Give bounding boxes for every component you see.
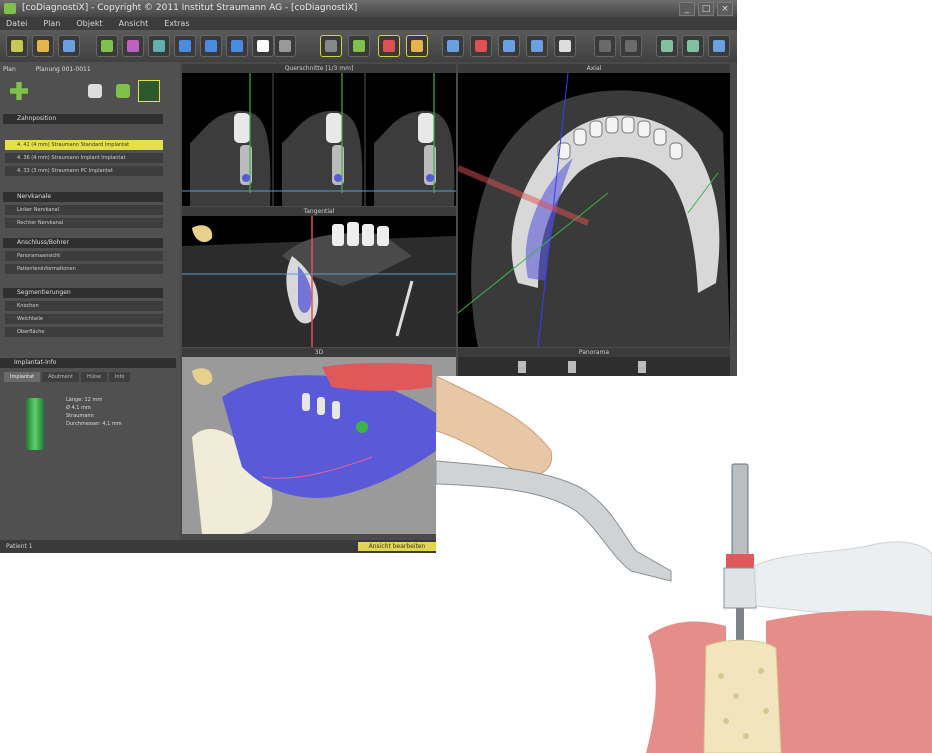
sleeve-icon[interactable] — [138, 80, 160, 102]
plan-label: Plan — [3, 66, 16, 73]
measure-tool-icon[interactable] — [200, 35, 222, 57]
layout-view-icon[interactable] — [320, 35, 342, 57]
menu-bar: Datei Plan Objekt Ansicht Extras — [0, 17, 737, 30]
section-implant-info[interactable]: Implantat-Info — [0, 358, 176, 368]
volume-view-icon[interactable] — [348, 35, 370, 57]
refresh-icon[interactable] — [656, 35, 678, 57]
3d-scene — [192, 362, 442, 534]
surgical-guide-illustration — [436, 376, 932, 753]
tab-implantat[interactable]: Implantat — [4, 372, 41, 382]
panorama-viewport[interactable]: Panorama — [458, 348, 730, 378]
redo-icon[interactable] — [620, 35, 642, 57]
implant-tool-icon[interactable] — [96, 35, 118, 57]
nerve-tool-icon[interactable] — [122, 35, 144, 57]
list-item[interactable]: Weichteile — [5, 314, 163, 324]
tangential-viewport[interactable]: Tangential — [182, 207, 456, 347]
angle-tool-icon[interactable] — [226, 35, 248, 57]
minimize-button[interactable]: _ — [679, 2, 695, 16]
list-item[interactable]: 4. 41 (4 mm) Straumann Standard Implanta… — [5, 140, 163, 150]
crosssection-viewport[interactable]: Querschnitte [1/3 mm] — [182, 64, 456, 206]
brightness-icon[interactable] — [498, 35, 520, 57]
implant-length: Länge: 12 mm — [66, 397, 103, 403]
list-item[interactable]: Patienteninformationen — [5, 264, 163, 274]
crosssection-header: Querschnitte [1/3 mm] — [182, 64, 456, 73]
undo-icon[interactable] — [594, 35, 616, 57]
section-segmentierungen[interactable]: Segmentierungen — [3, 288, 163, 298]
list-item[interactable]: Panoramaansicht — [5, 251, 163, 261]
menu-datei[interactable]: Datei — [6, 17, 27, 30]
help-icon[interactable] — [708, 35, 730, 57]
section-zahnposition[interactable]: Zahnposition — [3, 114, 163, 124]
list-item[interactable]: Knochen — [5, 301, 163, 311]
window-title: [coDiagnostiX] - Copyright © 2011 Instit… — [22, 3, 358, 13]
crosssection-slices — [182, 73, 456, 206]
menu-plan[interactable]: Plan — [43, 17, 60, 30]
plan-value[interactable]: Planung 001-0011 — [36, 66, 91, 73]
3d-header: 3D — [182, 348, 456, 357]
pan-icon[interactable] — [470, 35, 492, 57]
rotate-tool-icon[interactable] — [252, 35, 274, 57]
list-item[interactable]: 4. 33 (3 mm) Straumann PC Implantat — [5, 166, 163, 176]
menu-extras[interactable]: Extras — [164, 17, 189, 30]
check-icon[interactable] — [116, 84, 130, 98]
close-button[interactable]: × — [717, 2, 733, 16]
panorama-header: Panorama — [458, 348, 730, 357]
skull-orientation-icon-3d — [192, 368, 213, 386]
menu-objekt[interactable]: Objekt — [76, 17, 102, 30]
implant-brand: Straumann — [66, 413, 94, 419]
zoom-icon[interactable] — [442, 35, 464, 57]
skull-orientation-icon — [192, 225, 213, 243]
implant-icon[interactable] — [88, 84, 102, 98]
axial-header: Axial — [458, 64, 730, 73]
sleeve-tool-icon[interactable] — [148, 35, 170, 57]
tab-abutment[interactable]: Abutment — [42, 372, 79, 382]
implant-diameter: Ø 4,1 mm — [66, 405, 91, 411]
open-folder-icon[interactable] — [32, 35, 54, 57]
maximize-button[interactable]: □ — [698, 2, 714, 16]
section-anschluss[interactable]: Anschluss/Bohrer — [3, 238, 163, 248]
tooth-tool-icon[interactable] — [174, 35, 196, 57]
implant-spec: Durchmesser: 4,1 mm — [66, 421, 122, 427]
panorama-view-icon[interactable] — [406, 35, 428, 57]
list-item[interactable]: Rechter Nervkanal — [5, 218, 163, 228]
tab-huelse[interactable]: Hülse — [80, 372, 107, 382]
implant-thumbnail — [26, 398, 44, 450]
tab-info[interactable]: Info — [108, 372, 131, 382]
tangential-scene — [182, 216, 456, 347]
new-icon[interactable] — [6, 35, 28, 57]
add-implant-icon[interactable] — [10, 82, 28, 100]
sync-icon[interactable] — [682, 35, 704, 57]
status-patient: Patient 1 — [6, 543, 33, 550]
contrast-icon[interactable] — [526, 35, 548, 57]
3d-viewport[interactable]: 3D — [182, 348, 456, 534]
list-item[interactable]: Oberfläche — [5, 327, 163, 337]
toolbar — [0, 30, 737, 62]
magnet-icon[interactable] — [554, 35, 576, 57]
status-badge[interactable]: Ansicht bearbeiten — [358, 542, 436, 551]
tangential-header: Tangential — [182, 207, 456, 216]
menu-ansicht[interactable]: Ansicht — [119, 17, 149, 30]
axial-viewport[interactable]: Axial — [458, 64, 730, 347]
list-item[interactable]: Linker Nervkanal — [5, 205, 163, 215]
title-bar: [coDiagnostiX] - Copyright © 2011 Instit… — [0, 0, 737, 17]
axial-scene — [458, 73, 730, 347]
left-panel: Plan Planung 001-0011 Zahnposition 4. 41… — [0, 62, 180, 540]
patient-icon[interactable] — [58, 35, 80, 57]
section-nervkanale[interactable]: Nervkanale — [3, 192, 163, 202]
tool-dropdown-icon[interactable] — [274, 35, 296, 57]
app-icon — [4, 3, 16, 14]
list-item[interactable]: 4. 36 (4 mm) Straumann Implant Implantat — [5, 153, 163, 163]
target-view-icon[interactable] — [378, 35, 400, 57]
